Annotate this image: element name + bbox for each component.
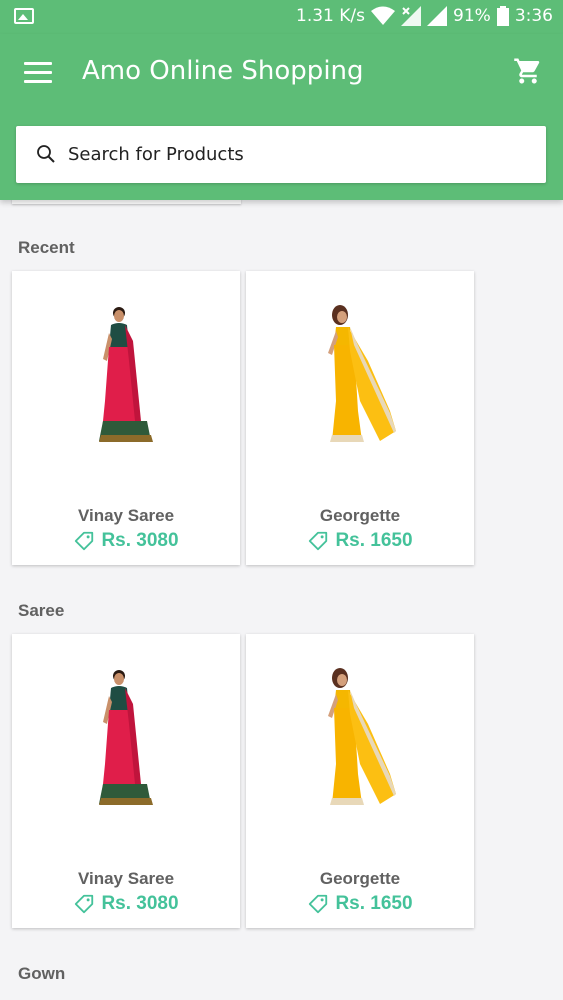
- status-bar: 1.31 K/s 91% 3:36: [0, 0, 563, 34]
- network-speed: 1.31 K/s: [296, 6, 366, 26]
- product-name: Vinay Saree: [77, 506, 175, 525]
- price-row: Rs. 1650: [246, 893, 474, 915]
- shopping-cart-icon[interactable]: [513, 56, 543, 86]
- product-image-red-saree: [12, 664, 240, 874]
- status-indicators: 1.31 K/s 91% 3:36: [296, 6, 553, 26]
- product-card[interactable]: Georgette Rs. 1650: [246, 271, 474, 565]
- product-card[interactable]: Vinay Saree Rs. 3080: [12, 271, 240, 565]
- product-price: Rs. 1650: [335, 530, 413, 551]
- product-price: Rs. 1650: [335, 893, 413, 914]
- section-title-gown: Gown: [18, 964, 66, 983]
- price-row: Rs. 3080: [12, 530, 240, 552]
- product-price: Rs. 3080: [101, 530, 179, 551]
- battery-percent: 91%: [453, 6, 491, 26]
- product-name: Vinay Saree: [77, 869, 175, 888]
- product-card[interactable]: Georgette Rs. 1650: [246, 634, 474, 928]
- product-image-yellow-saree: [246, 664, 474, 874]
- price-tag-icon: [309, 531, 328, 551]
- price-tag-icon: [75, 894, 94, 914]
- price-row: Rs. 3080: [12, 893, 240, 915]
- clock: 3:36: [514, 6, 553, 26]
- section-title-recent: Recent: [18, 238, 75, 257]
- signal-icon: [427, 6, 448, 26]
- battery-icon: [496, 6, 509, 26]
- product-name: Georgette: [319, 506, 401, 525]
- price-row: Rs. 1650: [246, 530, 474, 552]
- price-tag-icon: [75, 531, 94, 551]
- signal-off-icon: [401, 6, 422, 26]
- section-title-saree: Saree: [18, 601, 65, 620]
- product-image-yellow-saree: [246, 301, 474, 511]
- product-image-red-saree: [12, 301, 240, 511]
- search-icon: [37, 145, 55, 163]
- product-price: Rs. 3080: [101, 893, 179, 914]
- app-title: Amo Online Shopping: [82, 56, 364, 86]
- search-bar[interactable]: [16, 126, 546, 183]
- product-name: Georgette: [319, 869, 401, 888]
- wifi-icon: [371, 6, 396, 25]
- hamburger-menu-icon[interactable]: [24, 62, 52, 84]
- app-bar: Amo Online Shopping: [0, 34, 563, 200]
- search-input[interactable]: [68, 126, 528, 183]
- gallery-notification-icon: [14, 8, 34, 24]
- product-card[interactable]: Vinay Saree Rs. 3080: [12, 634, 240, 928]
- price-tag-icon: [309, 894, 328, 914]
